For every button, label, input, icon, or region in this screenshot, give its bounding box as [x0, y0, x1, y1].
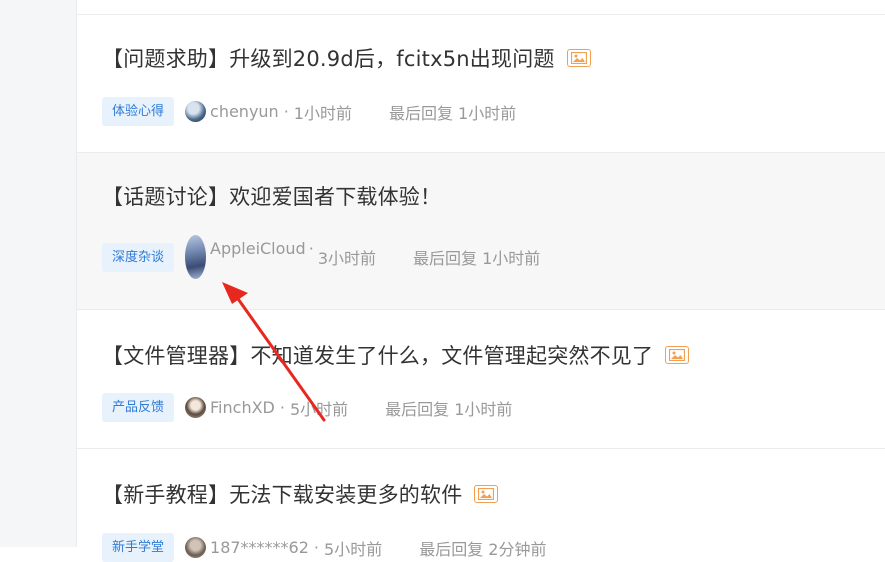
topic-item[interactable]: 【文件管理器】不知道发生了什么，文件管理起突然不见了 产品反馈 FinchXD … — [77, 310, 885, 449]
last-reply: 最后回复 2分钟前 — [419, 539, 547, 559]
avatar[interactable] — [185, 537, 207, 558]
avatar[interactable] — [185, 235, 207, 279]
separator-dot: · — [313, 538, 320, 557]
post-time: 5小时前 — [289, 399, 349, 419]
category-tag[interactable]: 深度杂谈 — [102, 242, 175, 272]
left-sidebar — [0, 0, 77, 547]
topic-title-link[interactable]: 【文件管理器】不知道发生了什么，文件管理起突然不见了 — [102, 340, 653, 370]
topic-item[interactable]: 【新手教程】无法下载安装更多的软件 新手学堂 187******62 · 5小时… — [77, 449, 885, 562]
author-name[interactable]: 187******62 — [210, 538, 309, 557]
post-time: 3小时前 — [317, 249, 376, 268]
image-icon — [474, 485, 499, 503]
category-tag[interactable]: 新手学堂 — [102, 533, 175, 562]
topic-list: 【问题求助】升级到20.9d后，fcitx5n出现问题 体验心得 chenyun… — [77, 0, 885, 562]
separator-dot: · — [283, 102, 289, 121]
last-reply: 最后回复 1小时前 — [413, 249, 541, 268]
last-reply: 最后回复 1小时前 — [388, 103, 517, 123]
post-time: 5小时前 — [324, 539, 383, 559]
image-icon — [665, 346, 690, 364]
image-icon — [566, 49, 591, 67]
post-time: 1小时前 — [293, 103, 352, 123]
category-tag[interactable]: 产品反馈 — [102, 393, 175, 422]
topic-title-link[interactable]: 【新手教程】无法下载安装更多的软件 — [102, 479, 462, 509]
separator-dot: · — [279, 398, 285, 417]
topic-item[interactable]: 【问题求助】升级到20.9d后，fcitx5n出现问题 体验心得 chenyun… — [77, 14, 885, 153]
author-name[interactable]: FinchXD — [210, 398, 275, 417]
avatar[interactable] — [185, 397, 207, 418]
category-tag[interactable]: 体验心得 — [102, 97, 175, 126]
topic-item[interactable]: 【话题讨论】欢迎爱国者下载体验！ 深度杂谈 AppleiCloud · 3小时前… — [77, 153, 885, 310]
topic-title-link[interactable]: 【问题求助】升级到20.9d后，fcitx5n出现问题 — [102, 43, 555, 73]
author-name[interactable]: chenyun — [210, 102, 279, 121]
separator-dot: · — [308, 238, 314, 258]
topic-title-link[interactable]: 【话题讨论】欢迎爱国者下载体验！ — [102, 181, 441, 211]
last-reply: 最后回复 1小时前 — [385, 399, 513, 419]
avatar[interactable] — [185, 101, 207, 122]
author-name[interactable]: AppleiCloud — [210, 239, 306, 258]
